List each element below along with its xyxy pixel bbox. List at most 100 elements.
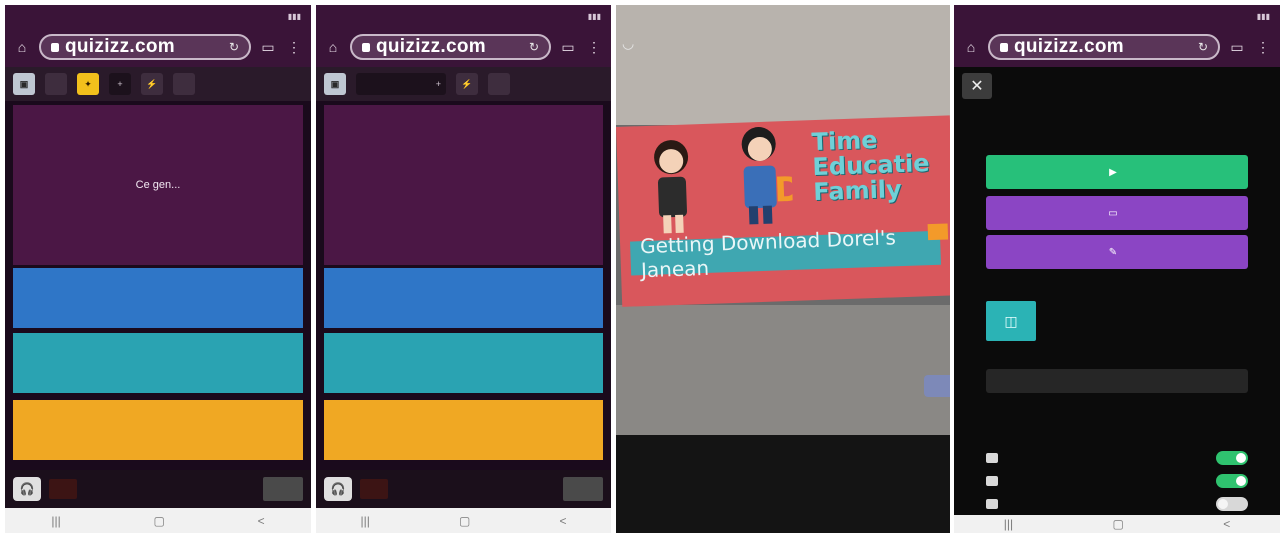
home-icon[interactable]: ⌂: [962, 39, 980, 55]
back-icon[interactable]: <: [1223, 517, 1230, 531]
refresh-icon[interactable]: ↻: [529, 40, 539, 54]
next-button[interactable]: [263, 477, 303, 501]
secondary-action-button[interactable]: ▭: [986, 196, 1248, 230]
browser-menu-icon[interactable]: ⋮: [285, 39, 303, 56]
add-button[interactable]: +: [356, 73, 446, 95]
poster-tag: [927, 223, 949, 241]
bottom-strip: 🎧: [316, 470, 611, 508]
photo-edge-object: [924, 375, 950, 397]
status-icons: ▮▮▮: [287, 11, 301, 21]
home-nav-icon[interactable]: ▢: [1112, 517, 1123, 531]
timer-badge: [488, 73, 510, 95]
home-icon[interactable]: ⌂: [13, 39, 31, 55]
url-field[interactable]: quizizz.com ↻: [39, 34, 251, 60]
photo-dark-area: [616, 435, 950, 533]
bottom-strip: 🎧: [5, 470, 311, 508]
back-icon[interactable]: <: [258, 514, 265, 528]
svg-text:D: D: [774, 170, 794, 211]
score-block: [49, 479, 77, 499]
status-bar: ▮▮▮: [316, 5, 611, 27]
url-text: quizizz.com: [1014, 36, 1124, 57]
browser-address-bar: ⌂ quizizz.com ↻ ▭ ⋮: [5, 27, 311, 67]
setting-toggle-3[interactable]: [1216, 497, 1248, 511]
answer-option-1[interactable]: [324, 268, 603, 328]
close-icon[interactable]: ✕: [962, 73, 992, 99]
tabs-icon[interactable]: ▭: [559, 39, 577, 56]
avatar[interactable]: 🎧: [324, 477, 352, 501]
home-icon[interactable]: ⌂: [324, 39, 342, 55]
browser-menu-icon[interactable]: ⋮: [585, 39, 603, 56]
quiz-toolbar: ▣ + ⚡: [316, 67, 611, 101]
quiz-info-card: ◫: [986, 300, 1248, 342]
answer-option-2[interactable]: [324, 333, 603, 393]
url-field[interactable]: quizizz.com ↻: [350, 34, 551, 60]
setting-row-1: [986, 449, 1248, 467]
status-bar: ▮▮▮: [954, 5, 1280, 27]
edit-icon: ✎: [1108, 246, 1118, 258]
browser-address-bar: ⌂ quizizz.com ↻ ▭ ⋮: [954, 27, 1280, 67]
tertiary-action-button[interactable]: ✎: [986, 235, 1248, 269]
cartoon-girl-illustration: [654, 140, 689, 234]
avatar[interactable]: 🎧: [13, 477, 41, 501]
streak-badge: ⚡: [141, 73, 163, 95]
photo-wall: [616, 5, 950, 125]
fullscreen-button[interactable]: ▣: [324, 73, 346, 95]
lock-icon: [1000, 42, 1008, 52]
photo-lower-area: [616, 305, 950, 435]
sound-icon: [986, 476, 998, 486]
camera-lens-icon: ◡: [622, 35, 635, 51]
answer-option-3[interactable]: [324, 400, 603, 460]
system-nav-bar: ||| ▢ <: [5, 508, 311, 533]
add-button[interactable]: +: [109, 73, 131, 95]
answer-option-3[interactable]: [13, 400, 303, 460]
phone-screen-game-menu: ▮▮▮ ⌂ quizizz.com ↻ ▭ ⋮ ✕ ▶ ▭ ✎ ◫ ||| ▢ …: [954, 5, 1280, 533]
streak-badge: ⚡: [456, 73, 478, 95]
score-block: [360, 479, 388, 499]
fullscreen-button[interactable]: ▣: [13, 73, 35, 95]
recent-apps-icon[interactable]: |||: [361, 514, 370, 528]
classroom-photo: ◡ D Time Educatie Family Getting Downloa…: [616, 5, 950, 533]
answer-option-2[interactable]: [13, 333, 303, 393]
poster-title: Time Educatie Family: [811, 125, 931, 207]
refresh-icon[interactable]: ↻: [1198, 40, 1208, 54]
browser-address-bar: ⌂ quizizz.com ↻ ▭ ⋮: [316, 27, 611, 67]
home-nav-icon[interactable]: ▢: [459, 514, 470, 528]
music-icon: [986, 453, 998, 463]
powerup-button[interactable]: ✦: [77, 73, 99, 95]
home-nav-icon[interactable]: ▢: [153, 514, 164, 528]
report-button[interactable]: [986, 369, 1248, 393]
tabs-icon[interactable]: ▭: [259, 39, 277, 56]
refresh-icon[interactable]: ↻: [229, 40, 239, 54]
phone-screen-question-2: ▮▮▮ ⌂ quizizz.com ↻ ▭ ⋮ ▣ + ⚡ 🎧 ||| ▢ <: [316, 5, 611, 533]
tabs-icon[interactable]: ▭: [1228, 39, 1246, 56]
quiz-thumbnail-icon: ◫: [986, 301, 1036, 341]
phone-screen-question-1: ▮▮▮ ⌂ quizizz.com ↻ ▭ ⋮ ▣ ✦ + ⚡ Ce gen..…: [5, 5, 311, 533]
continue-button[interactable]: ▶: [986, 155, 1248, 189]
recent-apps-icon[interactable]: |||: [1004, 517, 1013, 531]
cartoon-boy-illustration: D: [741, 127, 794, 225]
poster-banner: Getting Download Dorel's Janean: [630, 225, 942, 282]
memes-icon: [986, 499, 998, 509]
back-icon[interactable]: <: [559, 514, 566, 528]
setting-toggle-2[interactable]: [1216, 474, 1248, 488]
lock-icon: [362, 42, 370, 52]
timer-badge: [173, 73, 195, 95]
setting-row-3: [986, 495, 1248, 513]
poster: D Time Educatie Family Getting Download …: [616, 115, 950, 307]
secondary-icon: ▭: [1108, 207, 1118, 219]
quiz-toolbar: ▣ ✦ + ⚡: [5, 67, 311, 101]
system-nav-bar: ||| ▢ <: [954, 515, 1280, 533]
play-icon: ▶: [1109, 166, 1117, 178]
recent-apps-icon[interactable]: |||: [51, 514, 60, 528]
lock-icon: [51, 42, 59, 52]
status-icons: ▮▮▮: [1256, 11, 1270, 21]
answer-option-1[interactable]: [13, 268, 303, 328]
next-button[interactable]: [563, 477, 603, 501]
url-text: quizizz.com: [65, 36, 175, 57]
setting-toggle-1[interactable]: [1216, 451, 1248, 465]
question-text: [324, 105, 603, 265]
status-bar: ▮▮▮: [5, 5, 311, 27]
browser-menu-icon[interactable]: ⋮: [1254, 39, 1272, 56]
url-field[interactable]: quizizz.com ↻: [988, 34, 1220, 60]
status-icons: ▮▮▮: [587, 11, 601, 21]
